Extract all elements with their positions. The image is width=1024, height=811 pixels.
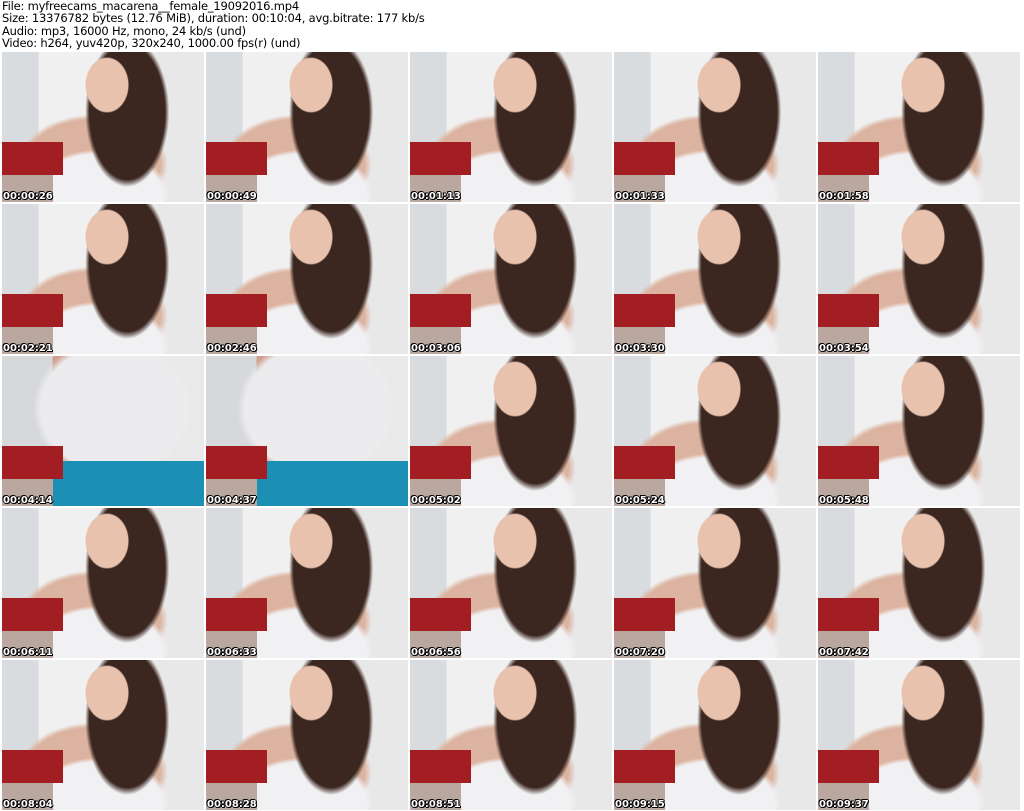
video-frame-thumbnail: 00:03:06 — [410, 204, 612, 354]
file-info-header: File: myfreecams_macarena__female_190920… — [2, 0, 425, 50]
frame-timestamp: 00:03:54 — [819, 343, 869, 354]
video-frame-thumbnail: 00:06:33 — [206, 508, 408, 658]
video-frame-thumbnail: 00:08:51 — [410, 660, 612, 810]
video-frame-thumbnail: 00:00:49 — [206, 52, 408, 202]
video-frame-thumbnail: 00:03:54 — [818, 204, 1020, 354]
frame-timestamp: 00:01:58 — [819, 191, 869, 202]
frame-timestamp: 00:06:56 — [411, 647, 461, 658]
frame-timestamp: 00:07:42 — [819, 647, 869, 658]
frame-timestamp: 00:00:49 — [207, 191, 257, 202]
video-frame-thumbnail: 00:01:33 — [614, 52, 816, 202]
frame-timestamp: 00:08:28 — [207, 799, 257, 810]
frame-timestamp: 00:05:24 — [615, 495, 665, 506]
thumbnail-grid: 00:00:26 00:00:49 00:01:13 00:01:33 00:01:58… — [2, 52, 1020, 810]
video-frame-thumbnail: 00:06:56 — [410, 508, 612, 658]
video-frame-thumbnail: 00:07:20 — [614, 508, 816, 658]
frame-timestamp: 00:09:15 — [615, 799, 665, 810]
file-size: Size: 13376782 bytes (12.76 MiB), durati… — [2, 11, 425, 26]
video-frame-thumbnail: 00:05:02 — [410, 356, 612, 506]
frame-timestamp: 00:09:37 — [819, 799, 869, 810]
frame-timestamp: 00:06:11 — [3, 647, 53, 658]
frame-timestamp: 00:03:30 — [615, 343, 665, 354]
frame-timestamp: 00:05:48 — [819, 495, 869, 506]
video-frame-thumbnail: 00:04:37 — [206, 356, 408, 506]
frame-timestamp: 00:08:51 — [411, 799, 461, 810]
video-frame-thumbnail: 00:07:42 — [818, 508, 1020, 658]
frame-timestamp: 00:08:04 — [3, 799, 53, 810]
video-info: Video: h264, yuv420p, 320x240, 1000.00 f… — [2, 36, 301, 51]
video-frame-thumbnail: 00:05:48 — [818, 356, 1020, 506]
video-frame-thumbnail: 00:02:46 — [206, 204, 408, 354]
frame-timestamp: 00:00:26 — [3, 191, 53, 202]
video-frame-thumbnail: 00:05:24 — [614, 356, 816, 506]
frame-timestamp: 00:04:37 — [207, 495, 257, 506]
frame-timestamp: 00:02:21 — [3, 343, 53, 354]
video-frame-thumbnail: 00:08:04 — [2, 660, 204, 810]
video-frame-thumbnail: 00:02:21 — [2, 204, 204, 354]
frame-timestamp: 00:05:02 — [411, 495, 461, 506]
video-frame-thumbnail: 00:01:13 — [410, 52, 612, 202]
frame-timestamp: 00:02:46 — [207, 343, 257, 354]
video-frame-thumbnail: 00:09:37 — [818, 660, 1020, 810]
frame-timestamp: 00:04:14 — [3, 495, 53, 506]
frame-timestamp: 00:06:33 — [207, 647, 257, 658]
video-frame-thumbnail: 00:08:28 — [206, 660, 408, 810]
video-frame-thumbnail: 00:09:15 — [614, 660, 816, 810]
frame-timestamp: 00:01:33 — [615, 191, 665, 202]
video-frame-thumbnail: 00:00:26 — [2, 52, 204, 202]
video-frame-thumbnail: 00:04:14 — [2, 356, 204, 506]
frame-timestamp: 00:03:06 — [411, 343, 461, 354]
video-frame-thumbnail: 00:03:30 — [614, 204, 816, 354]
video-frame-thumbnail: 00:01:58 — [818, 52, 1020, 202]
video-frame-thumbnail: 00:06:11 — [2, 508, 204, 658]
frame-timestamp: 00:01:13 — [411, 191, 461, 202]
frame-timestamp: 00:07:20 — [615, 647, 665, 658]
